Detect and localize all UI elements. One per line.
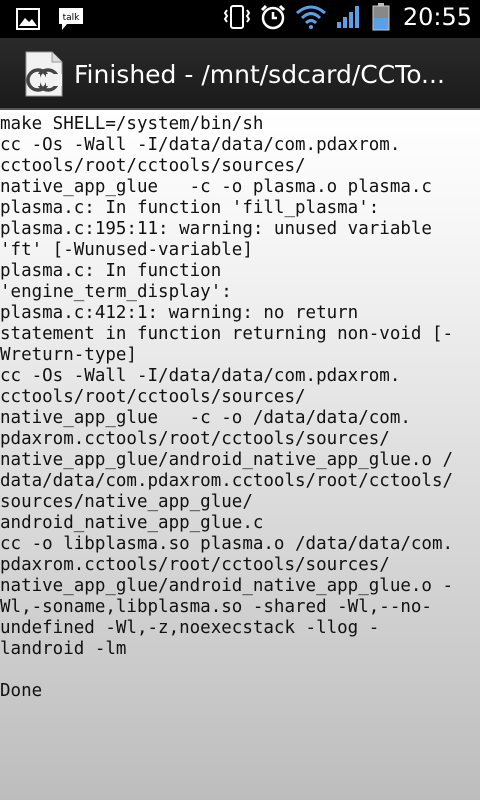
title-bar: Finished - /mnt/sdcard/CCTo... [0,38,480,110]
console-line: pdaxrom.cctools/root/cctools/sources/ [0,555,390,575]
console-line: native_app_glue -c -o plasma.o plasma.c [0,177,432,197]
cctools-app-icon[interactable] [20,50,68,98]
console-line: Wreturn-type] [0,345,137,365]
console-line: plasma.c:412:1: warning: no return [0,303,359,323]
wifi-icon [295,3,327,31]
console-line: plasma.c: In function 'fill_plasma': [0,198,380,218]
console-line: cc -o libplasma.so plasma.o /data/data/c… [0,534,454,554]
console-line: plasma.c: In function [0,261,222,281]
signal-icon [335,3,363,31]
console-line: 'engine_term_display': [0,282,232,302]
console-line: pdaxrom.cctools/root/cctools/sources/ [0,429,390,449]
battery-icon [371,3,391,31]
console-line: data/data/com.pdaxrom.cctools/root/cctoo… [0,471,454,491]
console-line: cctools/root/cctools/sources/ [0,156,306,176]
console-line: Done [0,681,43,701]
console-line: native_app_glue/android_native_app_glue.… [0,450,454,470]
console-line: sources/native_app_glue/ [0,492,253,512]
alarm-icon [259,3,287,31]
talk-label: talk [63,13,81,23]
console-line: cctools/root/cctools/sources/ [0,387,306,407]
console-line: cc -Os -Wall -I/data/data/com.pdaxrom. [0,135,401,155]
clock: 20:55 [402,3,472,31]
status-bar: talk 20:55 [0,0,480,38]
console-line: android_native_app_glue.c [0,513,264,533]
console-line: Wl,-soname,libplasma.so -shared -Wl,--no… [0,597,432,617]
window-title: Finished - /mnt/sdcard/CCTo... [74,59,445,89]
console-line: plasma.c:195:11: warning: unused variabl… [0,219,432,239]
console-line: undefined -Wl,-z,noexecstack -llog - [0,618,380,638]
vibrate-icon [223,3,251,31]
console-output[interactable]: make SHELL=/system/bin/sh cc -Os -Wall -I… [0,110,480,800]
console-line: make SHELL=/system/bin/sh [0,114,264,134]
console-line: native_app_glue/android_native_app_glue.… [0,576,454,596]
console-line: cc -Os -Wall -I/data/data/com.pdaxrom. [0,366,401,386]
console-line: landroid -lm [0,639,127,659]
console-line: 'ft' [-Wunused-variable] [0,240,253,260]
console-line: statement in function returning non-void… [0,324,454,344]
console-line: native_app_glue -c -o /data/data/com. [0,408,411,428]
picture-icon [14,5,42,33]
talk-icon: talk [56,5,86,33]
